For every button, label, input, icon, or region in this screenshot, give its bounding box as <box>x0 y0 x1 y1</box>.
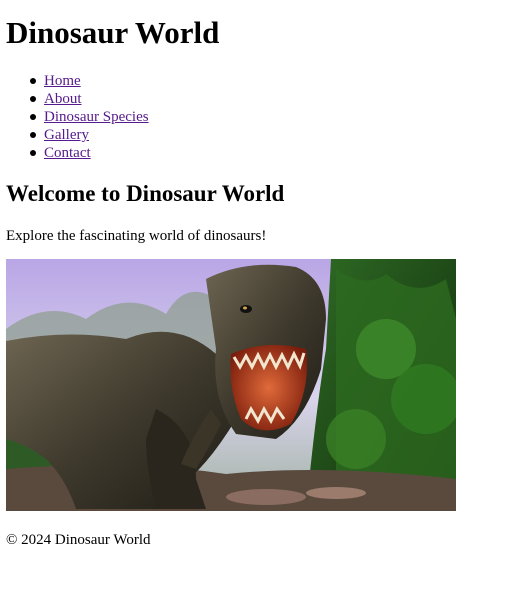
nav-link-about[interactable]: About <box>44 91 82 107</box>
bullet-icon <box>30 150 36 156</box>
intro-text: Explore the fascinating world of dinosau… <box>6 228 267 244</box>
nav-link-home[interactable]: Home <box>44 73 81 89</box>
welcome-heading: Welcome to Dinosaur World <box>6 181 285 206</box>
nav-link-contact[interactable]: Contact <box>44 145 91 161</box>
site-title: Dinosaur World <box>6 15 220 50</box>
t-rex-illustration <box>6 259 456 511</box>
nav-item-gallery: Gallery <box>30 126 149 144</box>
main-nav: Home About Dinosaur Species Gallery Cont… <box>30 72 149 162</box>
nav-item-about: About <box>30 90 149 108</box>
page: Dinosaur World Home About Dinosaur Speci… <box>0 0 527 610</box>
nav-item-species: Dinosaur Species <box>30 108 149 126</box>
nav-item-home: Home <box>30 72 149 90</box>
bullet-icon <box>30 78 36 84</box>
bullet-icon <box>30 114 36 120</box>
nav-item-contact: Contact <box>30 144 149 162</box>
nav-link-gallery[interactable]: Gallery <box>44 127 89 143</box>
footer-text: © 2024 Dinosaur World <box>6 532 151 548</box>
hero-image <box>6 259 456 511</box>
nav-link-species[interactable]: Dinosaur Species <box>44 109 149 125</box>
bullet-icon <box>30 132 36 138</box>
bullet-icon <box>30 96 36 102</box>
